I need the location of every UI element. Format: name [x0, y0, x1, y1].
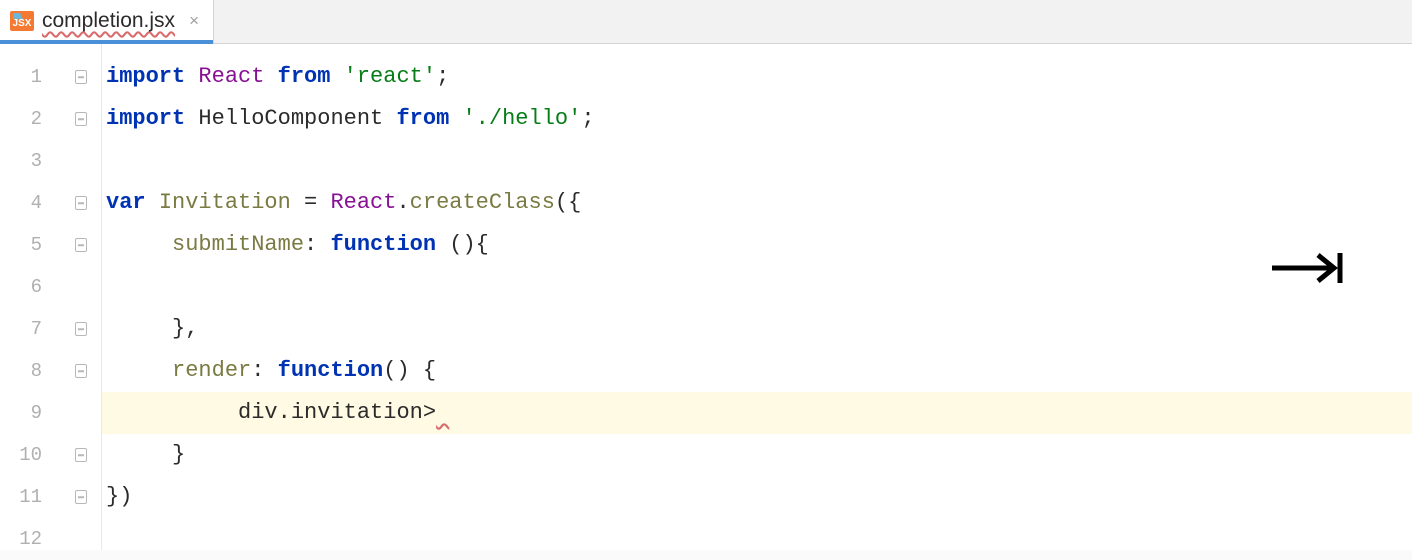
close-icon[interactable]: × [189, 11, 199, 31]
fold-toggle-icon[interactable] [75, 448, 87, 462]
code-editor[interactable]: import React from 'react'; import HelloC… [102, 44, 1412, 550]
line-number[interactable]: 8 [0, 350, 60, 392]
fold-toggle-icon[interactable] [75, 238, 87, 252]
code-line: submitName: function (){ [102, 224, 1412, 266]
tab-label: completion.jsx [42, 9, 175, 33]
line-number-gutter: 1 2 3 4 5 6 7 8 9 10 11 12 [0, 44, 60, 550]
code-line [102, 266, 1412, 308]
code-line-active: div.invitation> [102, 392, 1412, 434]
line-number[interactable]: 5 [0, 224, 60, 266]
fold-toggle-icon[interactable] [75, 322, 87, 336]
line-number[interactable]: 3 [0, 140, 60, 182]
line-number[interactable]: 11 [0, 476, 60, 518]
code-line: import HelloComponent from './hello'; [102, 98, 1412, 140]
code-line: }, [102, 308, 1412, 350]
fold-toggle-icon[interactable] [75, 70, 87, 84]
jsx-file-icon: JSX [10, 11, 34, 31]
line-number[interactable]: 7 [0, 308, 60, 350]
code-line: var Invitation = React.createClass({ [102, 182, 1412, 224]
tab-bar: JSX completion.jsx × [0, 0, 1412, 44]
fold-gutter [60, 44, 102, 550]
fold-toggle-icon[interactable] [75, 196, 87, 210]
fold-toggle-icon[interactable] [75, 112, 87, 126]
line-number[interactable]: 12 [0, 518, 60, 560]
line-number[interactable]: 4 [0, 182, 60, 224]
tab-to-end-icon [1270, 242, 1344, 296]
line-number[interactable]: 2 [0, 98, 60, 140]
line-number[interactable]: 1 [0, 56, 60, 98]
code-line [102, 140, 1412, 182]
code-line: render: function() { [102, 350, 1412, 392]
line-number[interactable]: 10 [0, 434, 60, 476]
line-number[interactable]: 6 [0, 266, 60, 308]
code-line [102, 518, 1412, 560]
tab-completion-jsx[interactable]: JSX completion.jsx × [0, 0, 214, 43]
editor: 1 2 3 4 5 6 7 8 9 10 11 12 import React … [0, 44, 1412, 550]
code-line: import React from 'react'; [102, 56, 1412, 98]
syntax-error-marker [436, 400, 449, 425]
code-line: } [102, 434, 1412, 476]
line-number[interactable]: 9 [0, 392, 60, 434]
code-line: }) [102, 476, 1412, 518]
fold-toggle-icon[interactable] [75, 364, 87, 378]
fold-toggle-icon[interactable] [75, 490, 87, 504]
